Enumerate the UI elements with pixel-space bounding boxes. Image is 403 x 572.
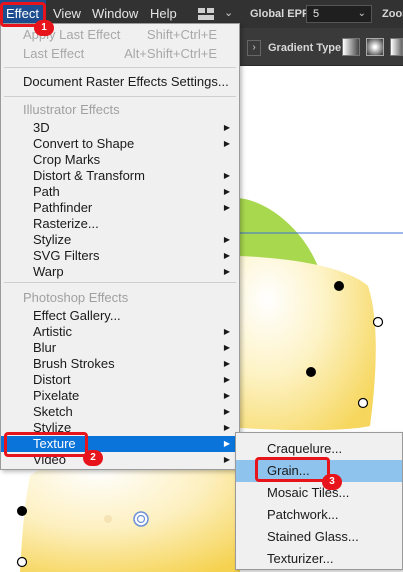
global-epf-label: Global EPF:	[250, 8, 313, 20]
illustrator-effects-header: Illustrator Effects	[23, 102, 120, 117]
menu-item-label: Brush Strokes	[33, 356, 115, 371]
menu-item-crop-marks[interactable]: Crop Marks	[1, 152, 239, 168]
linear-gradient-button[interactable]	[342, 38, 360, 56]
menu-item-label: Pixelate	[33, 388, 80, 403]
menu-item-label: Sketch	[33, 404, 73, 419]
lemon-right-shape	[240, 256, 376, 431]
menu-item-pixelate[interactable]: Pixelate ▶	[1, 388, 239, 404]
chevron-right-icon: ▶	[223, 375, 230, 384]
gradient-type-label: Gradient Type:	[268, 42, 345, 54]
chevron-down-icon[interactable]: ⌄	[224, 6, 233, 19]
radial-gradient-button[interactable]	[366, 38, 384, 56]
submenu-item-label: Stained Glass...	[267, 529, 359, 544]
menu-item-path[interactable]: Path ▶	[1, 184, 239, 200]
chevron-right-icon: ▶	[223, 267, 230, 276]
menu-item-sketch[interactable]: Sketch ▶	[1, 404, 239, 420]
menu-separator	[4, 282, 236, 283]
chevron-down-icon: ⌄	[357, 8, 366, 19]
photoshop-effects-header: Photoshop Effects	[23, 290, 129, 305]
menu-item-label: 3D	[33, 120, 50, 135]
menu-item-brush-strokes[interactable]: Brush Strokes ▶	[1, 356, 239, 372]
annotation-highlight-texture	[4, 432, 88, 457]
menu-item-label: SVG Filters	[33, 248, 100, 263]
menu-separator	[4, 96, 236, 97]
menu-item-label: Crop Marks	[33, 152, 101, 167]
effect-menu: Apply Last Effect Shift+Ctrl+E Last Effe…	[0, 23, 240, 470]
chevron-right-icon: ▶	[223, 251, 230, 260]
submenu-item-stained-glass[interactable]: Stained Glass...	[236, 526, 402, 548]
chevron-right-icon: ▶	[223, 343, 230, 352]
menu-item-rasterize[interactable]: Rasterize...	[1, 216, 239, 232]
chevron-right-icon: ▶	[223, 235, 230, 244]
menu-item-document-raster-effects-settings[interactable]: Document Raster Effects Settings...	[1, 74, 239, 90]
chevron-right-icon: ▶	[223, 391, 230, 400]
annotation-badge-3: 3	[322, 474, 342, 490]
menu-item-label: Rasterize...	[33, 216, 99, 231]
menu-item-last-effect: Last Effect Alt+Shift+Ctrl+E	[23, 46, 217, 61]
menu-item-convert-to-shape[interactable]: Convert to Shape ▶	[1, 136, 239, 152]
menu-item-effect-gallery[interactable]: Effect Gallery...	[1, 308, 239, 324]
freeform-gradient-button[interactable]	[390, 38, 403, 56]
chevron-right-icon: ▶	[223, 139, 230, 148]
chevron-right-icon: ▶	[223, 439, 230, 448]
annotation-badge-1: 1	[34, 20, 54, 36]
annotation-badge-2: 2	[83, 450, 103, 466]
annotation-highlight-grain	[255, 457, 330, 482]
menu-item-label: Pathfinder	[33, 200, 93, 215]
menu-item-warp[interactable]: Warp ▶	[1, 264, 239, 280]
chevron-right-icon: ▶	[223, 171, 230, 180]
workspace-switcher-icon[interactable]	[198, 8, 214, 20]
anchor-point	[306, 367, 316, 377]
menu-item-label: Effect Gallery...	[33, 308, 121, 323]
submenu-item-texturizer[interactable]: Texturizer...	[236, 548, 402, 570]
submenu-item-label: Patchwork...	[267, 507, 339, 522]
menu-item-label: Distort	[33, 372, 71, 387]
chevron-right-icon[interactable]: ›	[247, 40, 261, 56]
submenu-item-mosaic-tiles[interactable]: Mosaic Tiles...	[236, 482, 402, 504]
menu-item-stylize[interactable]: Stylize ▶	[1, 232, 239, 248]
chevron-right-icon: ▶	[223, 203, 230, 212]
submenu-item-patchwork[interactable]: Patchwork...	[236, 504, 402, 526]
menu-item-label: Path	[33, 184, 60, 199]
menu-item-label: Blur	[33, 340, 57, 355]
anchor-point	[372, 316, 384, 328]
menu-item-artistic[interactable]: Artistic ▶	[1, 324, 239, 340]
anchor-point	[357, 397, 369, 409]
menu-item-distort-transform[interactable]: Distort & Transform ▶	[1, 168, 239, 184]
chevron-right-icon: ▶	[223, 423, 230, 432]
zoom-label: Zoom	[382, 8, 403, 20]
gradient-origin-icon	[133, 511, 149, 527]
menu-item-label: Distort & Transform	[33, 168, 145, 183]
chevron-right-icon: ▶	[223, 327, 230, 336]
menu-item-pathfinder[interactable]: Pathfinder ▶	[1, 200, 239, 216]
chevron-right-icon: ▶	[223, 123, 230, 132]
menu-item-blur[interactable]: Blur ▶	[1, 340, 239, 356]
menu-item-label: Warp	[33, 264, 64, 279]
chevron-right-icon: ▶	[223, 407, 230, 416]
anchor-point	[334, 281, 344, 291]
chevron-right-icon: ▶	[223, 187, 230, 196]
menu-item-label: Convert to Shape	[33, 136, 135, 151]
menu-separator	[4, 67, 236, 68]
menu-item-svg-filters[interactable]: SVG Filters ▶	[1, 248, 239, 264]
anchor-point	[16, 556, 28, 568]
menu-item-label: Stylize	[33, 232, 72, 247]
submenu-item-label: Texturizer...	[267, 551, 334, 566]
anchor-point	[17, 506, 27, 516]
global-epf-value: 5	[313, 8, 320, 20]
chevron-right-icon: ▶	[223, 455, 230, 464]
texture-submenu: Craquelure... Grain... Mosaic Tiles... Patc…	[235, 432, 403, 570]
menu-item-3d[interactable]: 3D ▶	[1, 120, 239, 136]
menu-item-label: Artistic	[33, 324, 72, 339]
chevron-right-icon: ▶	[223, 359, 230, 368]
global-epf-select[interactable]: 5 ⌄	[306, 5, 372, 23]
menu-item-distort[interactable]: Distort ▶	[1, 372, 239, 388]
